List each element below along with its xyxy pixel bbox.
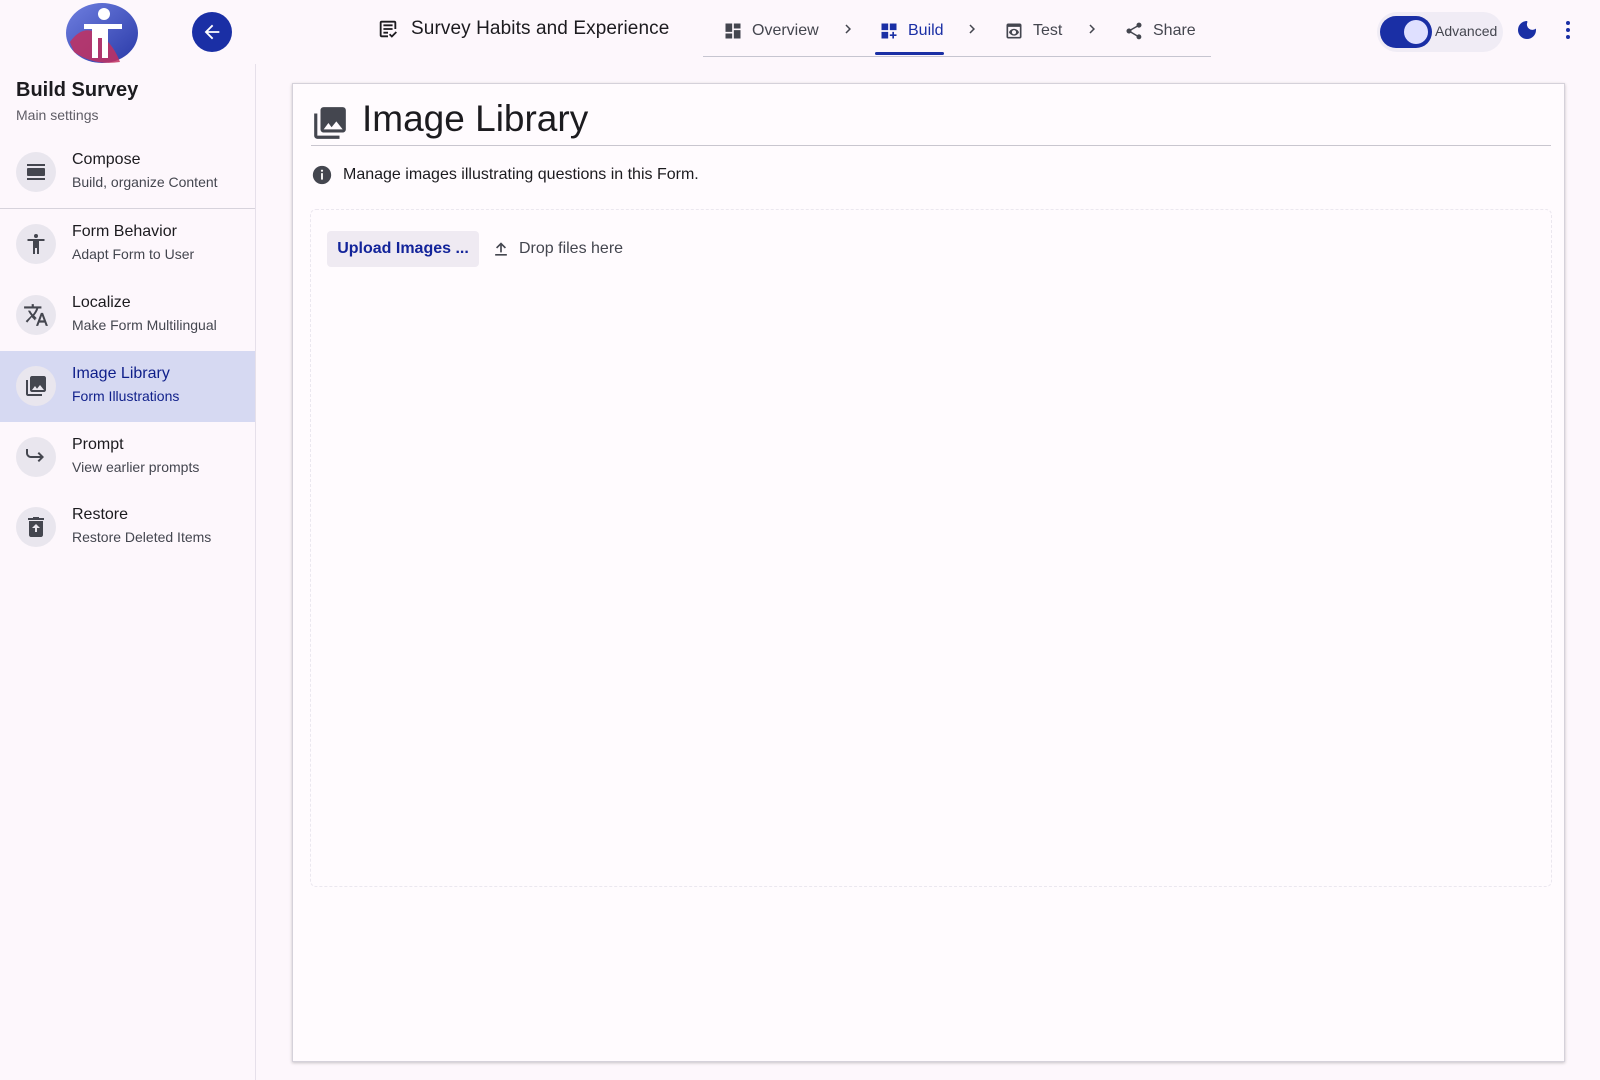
tab-share[interactable]: Share	[1124, 18, 1196, 44]
image-library-panel: Image Library Manage images illustrating…	[292, 83, 1565, 1062]
sidebar-item-description: Make Form Multilingual	[72, 317, 217, 333]
sidebar-item-label: Image Library	[72, 365, 170, 382]
tab-build[interactable]: Build	[879, 18, 944, 44]
chevron-right-icon	[845, 24, 851, 34]
tab-test-label: Test	[1033, 22, 1063, 39]
sidebar-item-restore[interactable]: Restore Restore Deleted Items	[0, 492, 255, 563]
info-icon	[312, 165, 332, 185]
sidebar-item-label: Compose	[72, 151, 141, 168]
active-tab-indicator	[875, 52, 944, 55]
sidebar-item-description: Adapt Form to User	[72, 246, 195, 262]
image-dropzone[interactable]: Upload Images ... Drop files here	[310, 209, 1552, 887]
upload-icon	[495, 242, 507, 256]
dark-mode-button[interactable]	[1515, 18, 1543, 46]
sidebar-item-image-library[interactable]: Image Library Form Illustrations	[0, 351, 255, 422]
sidebar-item-description: Build, organize Content	[72, 174, 218, 190]
advanced-toggle-group: Advanced	[1377, 12, 1503, 52]
info-text: Manage images illustrating questions in …	[343, 166, 699, 183]
sidebar-item-label: Localize	[72, 294, 131, 311]
drop-hint-text: Drop files here	[519, 240, 624, 257]
advanced-toggle[interactable]	[1380, 16, 1432, 48]
photo-library-icon	[16, 366, 56, 406]
panel-header: Image Library	[311, 98, 1551, 146]
sidebar-item-form-behavior[interactable]: Form Behavior Adapt Form to User	[0, 209, 255, 280]
survey-title-text: Survey Habits and Experience	[411, 18, 670, 39]
drop-hint: Drop files here	[491, 239, 623, 259]
sidebar-item-label: Prompt	[72, 436, 124, 453]
upload-images-button[interactable]: Upload Images ...	[327, 231, 479, 267]
tab-share-label: Share	[1153, 22, 1196, 39]
sidebar-item-localize[interactable]: Localize Make Form Multilingual	[0, 280, 255, 351]
tab-overview-label: Overview	[752, 22, 819, 39]
tab-build-label: Build	[908, 22, 944, 39]
restore-trash-icon	[16, 507, 56, 547]
chevron-right-icon	[1089, 24, 1095, 34]
sidebar-item-label: Restore	[72, 506, 129, 523]
sidebar-item-description: Restore Deleted Items	[72, 529, 212, 545]
accessibility-icon	[16, 224, 56, 264]
sidebar-item-prompt[interactable]: Prompt View earlier prompts	[0, 422, 255, 493]
top-bar: Survey Habits and Experience Overview Bu…	[0, 0, 1600, 64]
dashboard-icon	[725, 23, 741, 39]
sidebar-subtitle: Main settings	[16, 107, 99, 123]
tab-overview[interactable]: Overview	[723, 18, 819, 44]
info-message: Manage images illustrating questions in …	[311, 164, 699, 186]
app-logo[interactable]	[64, 2, 140, 64]
tab-test[interactable]: Test	[1004, 18, 1062, 44]
dashboard-add-icon	[881, 23, 897, 39]
sidebar: Build Survey Main settings Compose Build…	[0, 64, 256, 1080]
share-icon	[1126, 22, 1142, 40]
compose-icon	[16, 152, 56, 192]
page-title: Image Library	[362, 98, 589, 139]
advanced-label: Advanced	[1435, 23, 1498, 39]
preview-icon	[1006, 23, 1022, 39]
survey-title: Survey Habits and Experience	[377, 18, 669, 40]
sidebar-title: Build Survey	[16, 79, 139, 101]
sidebar-item-label: Form Behavior	[72, 223, 177, 240]
sidebar-item-description: View earlier prompts	[72, 459, 200, 475]
chevron-right-icon	[969, 24, 975, 34]
moon-icon	[1518, 21, 1536, 39]
sidebar-item-compose[interactable]: Compose Build, organize Content	[0, 137, 255, 208]
more-menu-button[interactable]	[1556, 18, 1580, 46]
photo-library-icon	[314, 107, 346, 139]
arrow-back-icon	[204, 24, 220, 40]
survey-checklist-icon	[379, 20, 397, 38]
sidebar-item-description: Form Illustrations	[72, 388, 180, 404]
back-button[interactable]	[192, 12, 232, 52]
translate-icon	[16, 295, 56, 335]
more-vert-icon	[1566, 21, 1570, 39]
redo-arrow-icon	[16, 437, 56, 477]
